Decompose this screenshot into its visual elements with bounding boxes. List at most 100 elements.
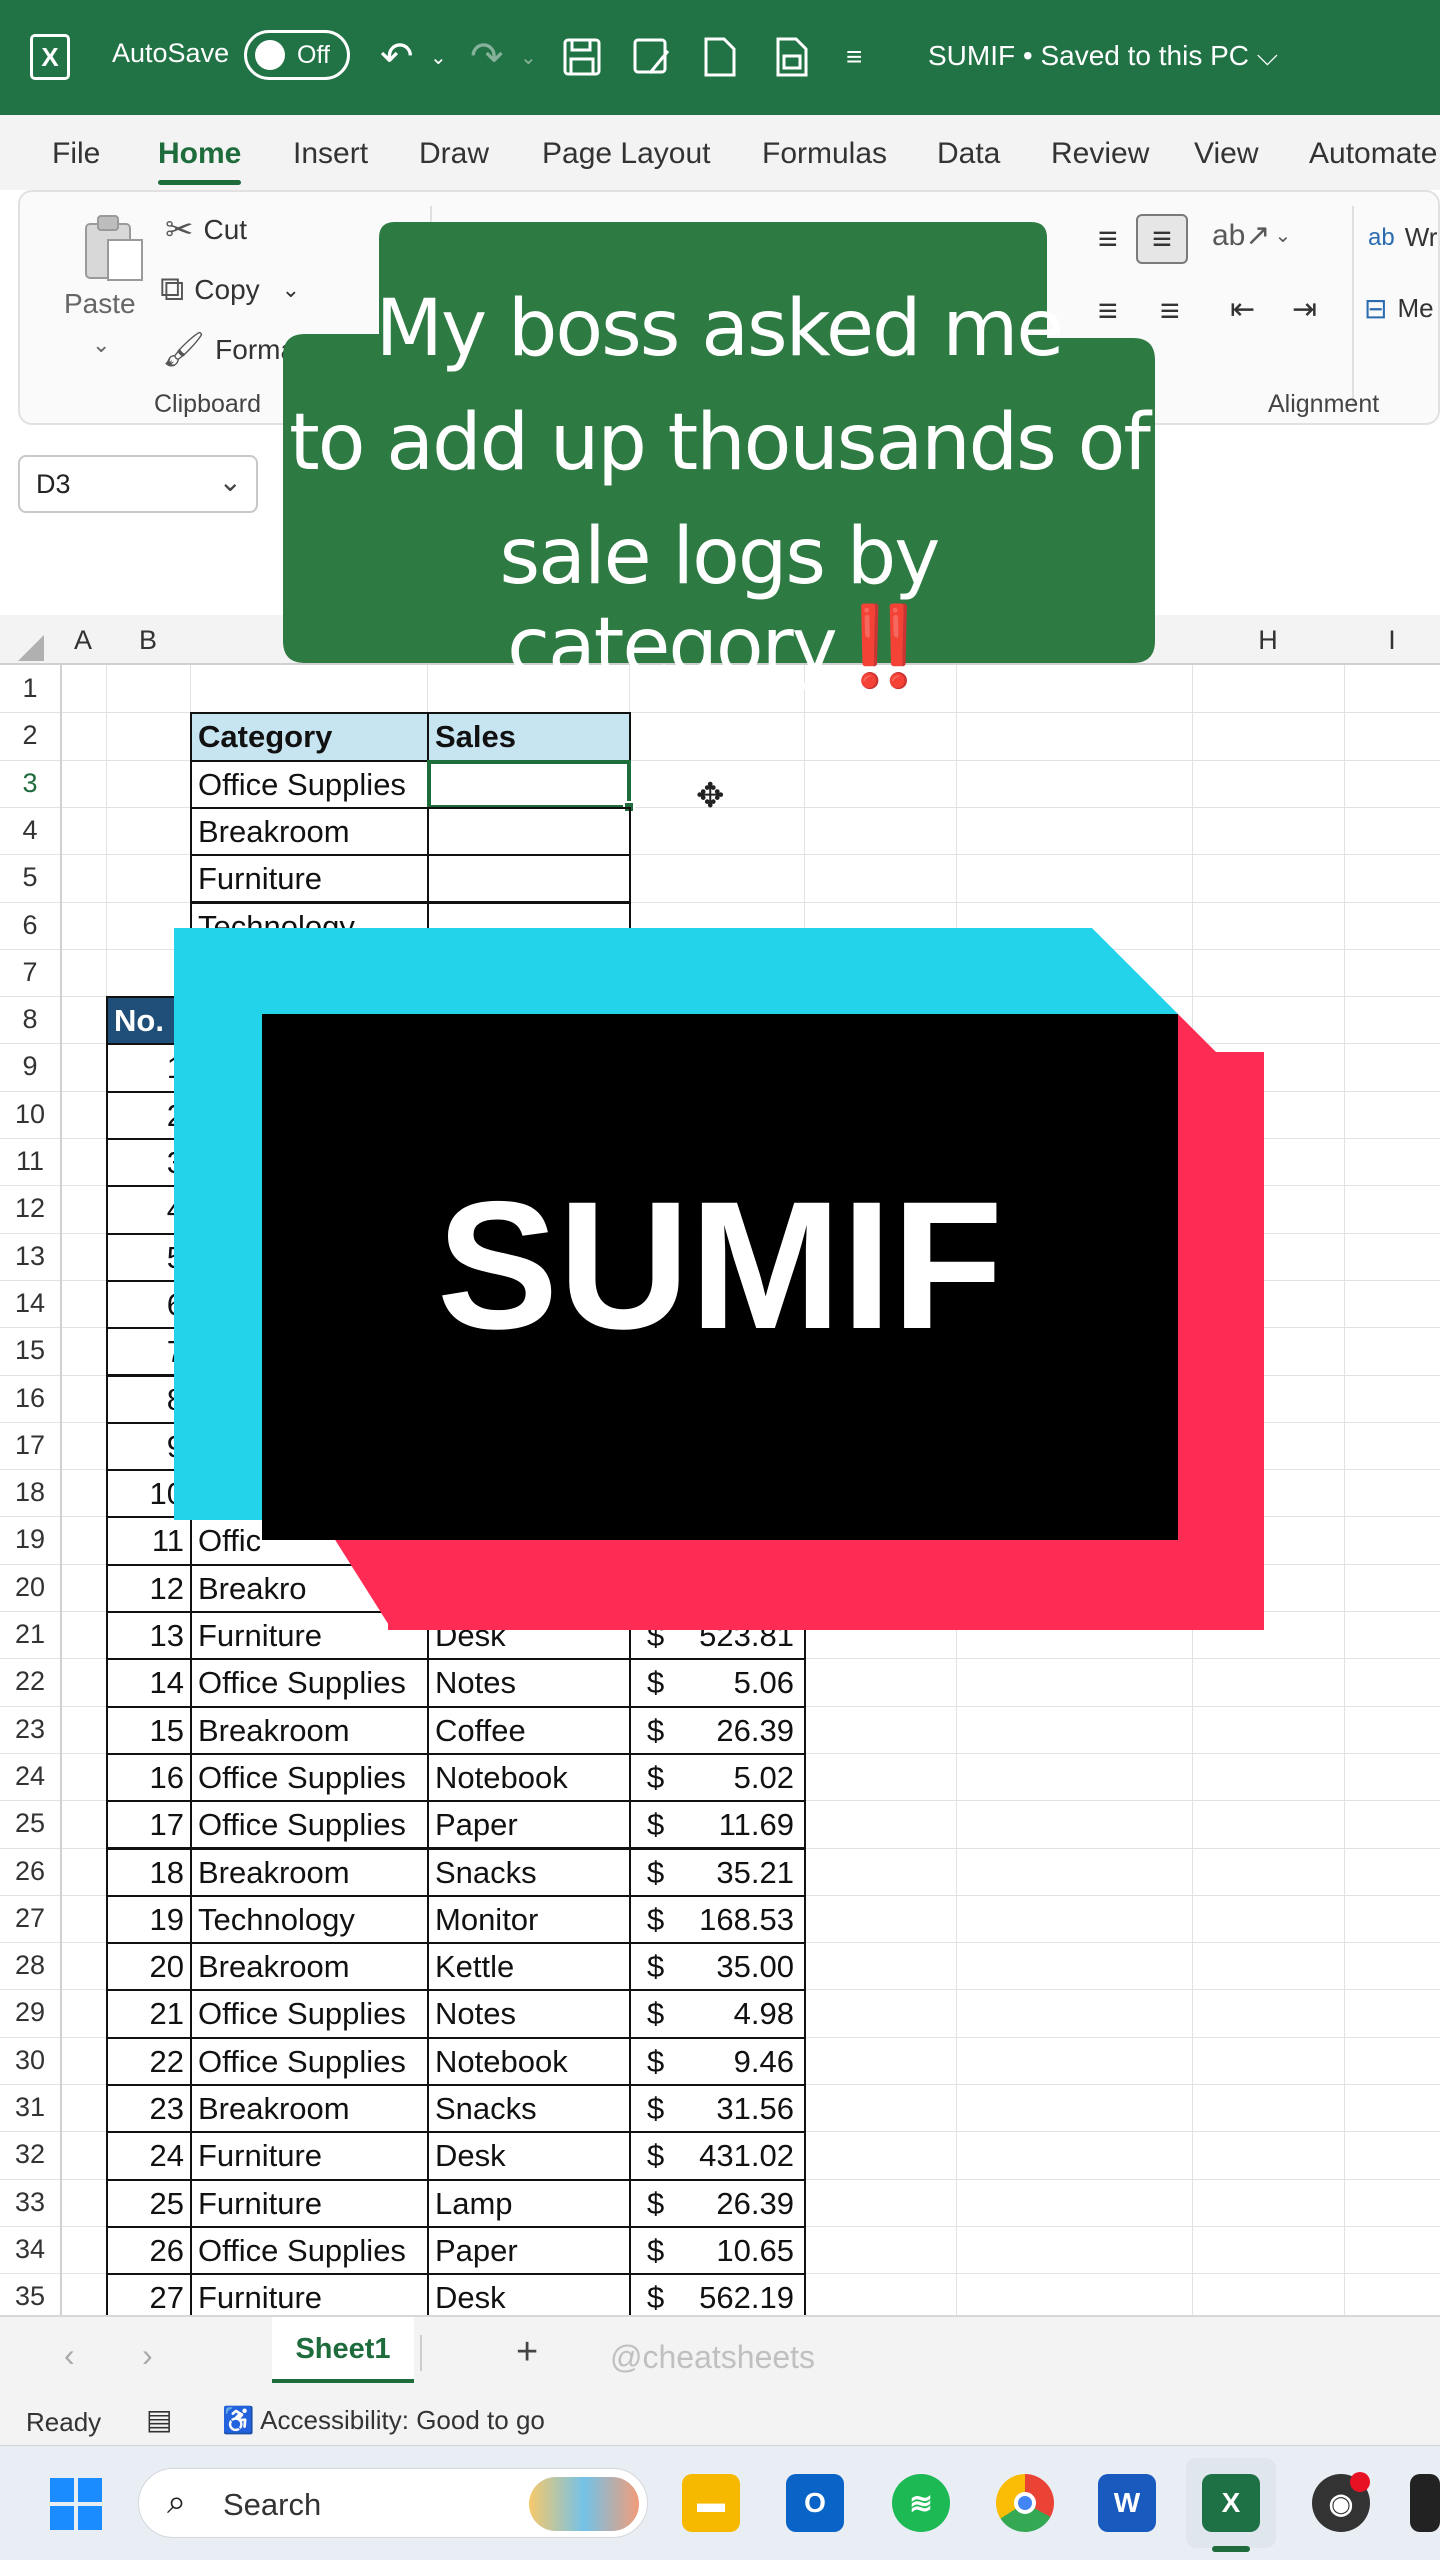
summary-category-cell[interactable]: Furniture bbox=[190, 854, 429, 904]
log-no-cell[interactable]: 27 bbox=[106, 2273, 192, 2315]
log-item-cell[interactable]: Snacks bbox=[427, 2084, 631, 2134]
summary-header-sales[interactable]: Sales bbox=[427, 712, 631, 762]
taskbar-search[interactable]: ⌕ Search bbox=[138, 2468, 648, 2538]
cut-button[interactable]: ✂ Cut bbox=[165, 210, 247, 250]
log-category-cell[interactable]: Breakroom bbox=[190, 1847, 429, 1897]
log-item-cell[interactable]: Notebook bbox=[427, 2036, 631, 2086]
log-item-cell[interactable]: Coffee bbox=[427, 1705, 631, 1755]
tab-sheet1[interactable]: Sheet1 bbox=[272, 2317, 414, 2383]
redo-dropdown-icon[interactable]: ⌄ bbox=[520, 30, 537, 84]
windows-start-icon[interactable] bbox=[48, 2476, 104, 2532]
file-explorer-icon[interactable]: ▬ bbox=[682, 2474, 740, 2532]
log-category-cell[interactable]: Office Supplies bbox=[190, 2036, 429, 2086]
name-box[interactable]: D3 ⌄ bbox=[18, 455, 258, 513]
accessibility-status[interactable]: ♿ Accessibility: Good to go bbox=[222, 2405, 545, 2436]
log-item-cell[interactable]: Desk bbox=[427, 2273, 631, 2315]
log-no-cell[interactable]: 23 bbox=[106, 2084, 192, 2134]
row-header-30[interactable]: 30 bbox=[0, 2045, 60, 2076]
log-amount-cell[interactable]: $26.39 bbox=[629, 1705, 806, 1755]
row-header-16[interactable]: 16 bbox=[0, 1383, 60, 1414]
log-amount-cell[interactable]: $5.02 bbox=[629, 1752, 806, 1803]
row-header-35[interactable]: 35 bbox=[0, 2281, 60, 2312]
save-icon[interactable] bbox=[562, 30, 602, 84]
orientation-icon[interactable]: ab↗ ⌄ bbox=[1212, 218, 1291, 253]
log-item-cell[interactable]: Desk bbox=[427, 2131, 631, 2181]
log-category-cell[interactable]: Furniture bbox=[190, 2178, 429, 2228]
row-header-31[interactable]: 31 bbox=[0, 2092, 60, 2123]
log-category-cell[interactable]: Office Supplies bbox=[190, 1989, 429, 2039]
add-sheet-icon[interactable]: + bbox=[516, 2331, 538, 2374]
row-header-15[interactable]: 15 bbox=[0, 1335, 60, 1366]
tab-insert[interactable]: Insert bbox=[293, 137, 368, 171]
column-header-b[interactable]: B bbox=[106, 625, 190, 656]
log-category-cell[interactable]: Furniture bbox=[190, 2131, 429, 2181]
row-header-3[interactable]: 3 bbox=[0, 768, 60, 799]
row-header-4[interactable]: 4 bbox=[0, 815, 60, 846]
row-header-17[interactable]: 17 bbox=[0, 1430, 60, 1461]
log-no-cell[interactable]: 18 bbox=[106, 1847, 192, 1897]
row-header-25[interactable]: 25 bbox=[0, 1808, 60, 1839]
tab-home[interactable]: Home bbox=[158, 137, 242, 185]
log-amount-cell[interactable]: $168.53 bbox=[629, 1894, 806, 1945]
log-amount-cell[interactable]: $35.00 bbox=[629, 1942, 806, 1992]
chrome-icon[interactable] bbox=[996, 2474, 1054, 2532]
row-header-21[interactable]: 21 bbox=[0, 1619, 60, 1650]
undo-dropdown-icon[interactable]: ⌄ bbox=[430, 30, 447, 84]
row-header-9[interactable]: 9 bbox=[0, 1051, 60, 1082]
row-header-26[interactable]: 26 bbox=[0, 1856, 60, 1887]
log-amount-cell[interactable]: $4.98 bbox=[629, 1989, 806, 2039]
macro-record-icon[interactable]: ▤ bbox=[146, 2403, 172, 2436]
log-category-cell[interactable]: Furniture bbox=[190, 2273, 429, 2315]
autosave-toggle[interactable]: Off bbox=[244, 30, 350, 80]
merge-center-button[interactable]: ⊟ Me bbox=[1364, 292, 1434, 325]
log-category-cell[interactable]: Office Supplies bbox=[190, 1800, 429, 1850]
row-header-28[interactable]: 28 bbox=[0, 1950, 60, 1981]
log-item-cell[interactable]: Notes bbox=[427, 1658, 631, 1708]
tab-review[interactable]: Review bbox=[1051, 137, 1149, 171]
log-no-cell[interactable]: 25 bbox=[106, 2178, 192, 2228]
log-category-cell[interactable]: Office Supplies bbox=[190, 2225, 429, 2276]
row-header-12[interactable]: 12 bbox=[0, 1193, 60, 1224]
log-no-cell[interactable]: 14 bbox=[106, 1658, 192, 1708]
tab-formulas[interactable]: Formulas bbox=[762, 137, 887, 171]
tab-automate[interactable]: Automate bbox=[1309, 137, 1437, 171]
increase-indent-icon[interactable]: ⇥ bbox=[1292, 292, 1317, 327]
log-amount-cell[interactable]: $11.69 bbox=[629, 1800, 806, 1850]
log-no-cell[interactable]: 20 bbox=[106, 1942, 192, 1992]
spotify-icon[interactable]: ≋ bbox=[892, 2474, 950, 2532]
row-header-29[interactable]: 29 bbox=[0, 1997, 60, 2028]
select-all-corner[interactable] bbox=[18, 635, 44, 661]
document-title[interactable]: SUMIF • Saved to this PC ⌵ bbox=[928, 40, 1278, 73]
row-header-22[interactable]: 22 bbox=[0, 1666, 60, 1697]
align-right-icon[interactable]: ≡ bbox=[1160, 292, 1180, 331]
summary-sales-cell[interactable] bbox=[427, 759, 631, 809]
row-header-20[interactable]: 20 bbox=[0, 1572, 60, 1603]
row-header-19[interactable]: 19 bbox=[0, 1524, 60, 1555]
log-no-cell[interactable]: 21 bbox=[106, 1989, 192, 2039]
tab-data[interactable]: Data bbox=[937, 137, 1000, 171]
row-header-33[interactable]: 33 bbox=[0, 2187, 60, 2218]
tab-view[interactable]: View bbox=[1194, 137, 1258, 171]
log-no-cell[interactable]: 26 bbox=[106, 2225, 192, 2276]
log-item-cell[interactable]: Lamp bbox=[427, 2178, 631, 2228]
customize-toolbar-icon[interactable]: ≡ bbox=[846, 30, 862, 84]
new-file-icon[interactable] bbox=[702, 30, 738, 84]
log-no-cell[interactable]: 17 bbox=[106, 1800, 192, 1850]
paste-dropdown-icon[interactable]: ⌄ bbox=[92, 332, 110, 358]
column-header-i[interactable]: I bbox=[1344, 625, 1440, 656]
row-header-14[interactable]: 14 bbox=[0, 1288, 60, 1319]
log-category-cell[interactable]: Breakroom bbox=[190, 1942, 429, 1992]
tab-page-layout[interactable]: Page Layout bbox=[542, 137, 710, 171]
decrease-indent-icon[interactable]: ⇤ bbox=[1230, 292, 1255, 327]
log-amount-cell[interactable]: $5.06 bbox=[629, 1658, 806, 1708]
row-header-11[interactable]: 11 bbox=[0, 1146, 60, 1177]
row-header-7[interactable]: 7 bbox=[0, 957, 60, 988]
redo-icon[interactable]: ↷ bbox=[470, 30, 504, 84]
log-item-cell[interactable]: Snacks bbox=[427, 1847, 631, 1897]
log-category-cell[interactable]: Breakroom bbox=[190, 2084, 429, 2134]
log-no-cell[interactable]: 24 bbox=[106, 2131, 192, 2181]
log-category-cell[interactable]: Breakroom bbox=[190, 1705, 429, 1755]
tab-draw[interactable]: Draw bbox=[419, 137, 489, 171]
row-header-24[interactable]: 24 bbox=[0, 1761, 60, 1792]
log-amount-cell[interactable]: $35.21 bbox=[629, 1847, 806, 1897]
